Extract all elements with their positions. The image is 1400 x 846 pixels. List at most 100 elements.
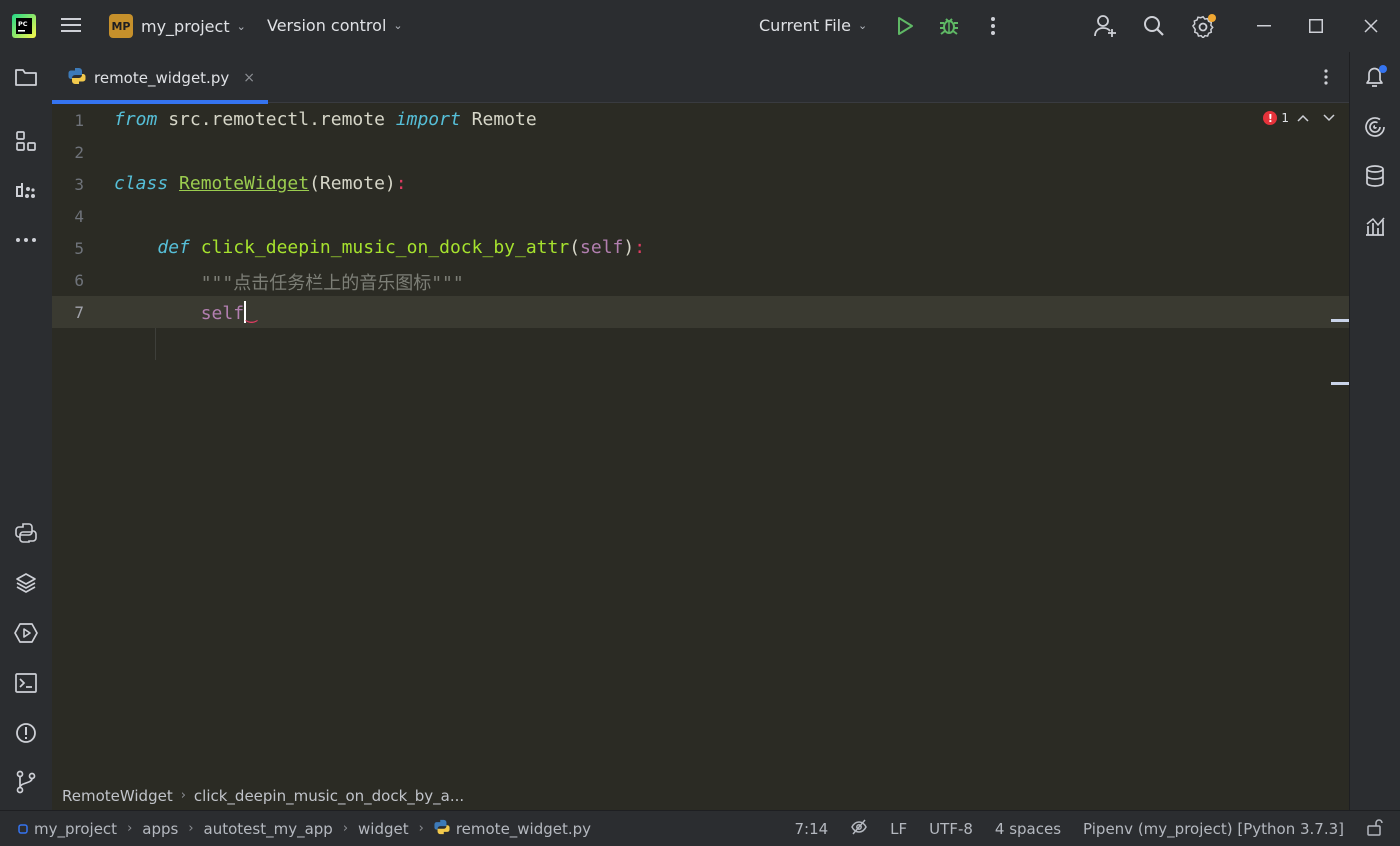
breadcrumb: RemoteWidget › click_deepin_music_on_doc… bbox=[52, 780, 1349, 810]
scrollbar-marker[interactable] bbox=[1331, 382, 1349, 385]
module-icon bbox=[18, 820, 28, 838]
inspection-widget[interactable]: ! 1 bbox=[1263, 111, 1335, 125]
code-line[interactable]: 5 def click_deepin_music_on_dock_by_attr… bbox=[52, 232, 1349, 264]
python-console-icon[interactable] bbox=[13, 520, 39, 546]
notifications-icon[interactable] bbox=[1362, 64, 1388, 90]
search-icon[interactable] bbox=[1143, 15, 1165, 37]
run-icon[interactable] bbox=[895, 16, 915, 36]
chevron-right-icon: › bbox=[180, 788, 186, 803]
run-config-label: Current File bbox=[759, 16, 851, 35]
code-line[interactable]: 6 """点击任务栏上的音乐图标""" bbox=[52, 264, 1349, 296]
layers-icon[interactable] bbox=[13, 570, 39, 596]
line-ending[interactable]: LF bbox=[890, 820, 907, 838]
pycharm-logo[interactable]: PC bbox=[12, 14, 36, 38]
structure-icon[interactable] bbox=[13, 128, 39, 154]
more-vertical-icon[interactable] bbox=[986, 16, 1000, 36]
paren-open: ( bbox=[569, 237, 581, 258]
terminal-icon[interactable] bbox=[13, 670, 39, 696]
function-name: click_deepin_music_on_dock_by_attr bbox=[200, 237, 570, 258]
code-text: """点击任务栏上的音乐图标""" bbox=[114, 269, 464, 295]
colon: : bbox=[395, 173, 407, 194]
keyword: def bbox=[157, 237, 190, 258]
code-text: class RemoteWidget(Remote): bbox=[114, 173, 407, 194]
self-param: self bbox=[580, 237, 624, 258]
caret-position[interactable]: 7:14 bbox=[794, 820, 828, 838]
python-file-icon bbox=[68, 67, 86, 89]
chevron-right-icon: › bbox=[342, 821, 349, 836]
error-indicator[interactable]: ! 1 bbox=[1263, 111, 1289, 125]
git-icon[interactable] bbox=[13, 769, 39, 795]
chevron-right-icon: › bbox=[418, 821, 424, 836]
database-icon[interactable] bbox=[1362, 163, 1388, 189]
problems-icon[interactable] bbox=[13, 720, 39, 746]
code-editor[interactable]: 1 from src.remotectl.remote import Remot… bbox=[52, 104, 1349, 780]
error-icon: ! bbox=[1263, 111, 1278, 125]
run-config-selector[interactable]: Current File ⌄ bbox=[759, 16, 867, 35]
services-icon[interactable] bbox=[13, 620, 39, 646]
folder-icon[interactable] bbox=[13, 64, 39, 90]
chevron-down-icon[interactable] bbox=[1323, 111, 1335, 125]
module-path: src.remotectl.remote bbox=[157, 109, 396, 130]
navigation-path: my_project › apps › autotest_my_app › wi… bbox=[0, 819, 591, 839]
code-line-current[interactable]: 7 self ‿ bbox=[52, 296, 1349, 328]
breadcrumb-class[interactable]: RemoteWidget bbox=[62, 787, 173, 805]
path-segment[interactable]: widget bbox=[358, 820, 409, 838]
self-identifier: self bbox=[200, 303, 245, 324]
chevron-right-icon: › bbox=[127, 821, 133, 836]
python-interpreter[interactable]: Pipenv (my_project) [Python 3.7.3] bbox=[1083, 820, 1344, 838]
add-user-icon[interactable] bbox=[1093, 14, 1117, 38]
chevron-up-icon[interactable] bbox=[1297, 111, 1309, 125]
chevron-down-icon: ⌄ bbox=[857, 19, 868, 32]
code-line[interactable]: 3 class RemoteWidget(Remote): bbox=[52, 168, 1349, 200]
line-number: 2 bbox=[74, 143, 84, 162]
path-segment[interactable]: autotest_my_app bbox=[204, 820, 333, 838]
error-squiggle: ‿ bbox=[246, 303, 257, 324]
plugins-icon[interactable] bbox=[13, 178, 39, 204]
tab-close-icon[interactable]: × bbox=[243, 70, 255, 86]
code-text: self ‿ bbox=[114, 301, 257, 324]
base-class: (Remote) bbox=[309, 173, 396, 194]
breadcrumb-method[interactable]: click_deepin_music_on_dock_by_a... bbox=[194, 787, 464, 805]
debug-icon[interactable] bbox=[938, 15, 960, 37]
scrollbar-marker[interactable] bbox=[1331, 319, 1349, 322]
version-control-label: Version control bbox=[267, 16, 387, 35]
sciview-icon[interactable] bbox=[1362, 213, 1388, 239]
code-line[interactable]: 1 from src.remotectl.remote import Remot… bbox=[52, 104, 1349, 136]
minimize-icon[interactable] bbox=[1257, 25, 1271, 27]
ai-assistant-icon[interactable] bbox=[1362, 114, 1388, 140]
path-segment[interactable]: my_project bbox=[34, 820, 117, 838]
line-number: 6 bbox=[74, 271, 84, 290]
path-segment[interactable]: apps bbox=[142, 820, 178, 838]
python-file-icon bbox=[434, 819, 450, 839]
code-line[interactable]: 2 bbox=[52, 136, 1349, 168]
line-number: 3 bbox=[74, 175, 84, 194]
code-line[interactable]: 4 bbox=[52, 200, 1349, 232]
lock-icon[interactable] bbox=[1366, 818, 1384, 840]
code-text: from src.remotectl.remote import Remote bbox=[114, 109, 537, 130]
editor-tab[interactable]: remote_widget.py × bbox=[52, 52, 268, 104]
no-readonly-icon[interactable] bbox=[850, 818, 868, 840]
hamburger-menu-icon[interactable] bbox=[60, 15, 82, 35]
maximize-icon[interactable] bbox=[1309, 19, 1323, 33]
project-selector[interactable]: MP my_project ⌄ bbox=[109, 14, 246, 38]
chevron-down-icon: ⌄ bbox=[236, 19, 246, 33]
file-encoding[interactable]: UTF-8 bbox=[929, 820, 973, 838]
chevron-right-icon: › bbox=[188, 821, 194, 836]
right-tool-stripe bbox=[1349, 52, 1400, 810]
close-icon[interactable] bbox=[1364, 19, 1378, 33]
more-vertical-icon[interactable] bbox=[1321, 68, 1331, 90]
indent-setting[interactable]: 4 spaces bbox=[995, 820, 1061, 838]
more-horizontal-icon[interactable] bbox=[13, 227, 39, 253]
keyword: class bbox=[114, 173, 169, 194]
version-control-menu[interactable]: Version control ⌄ bbox=[267, 16, 403, 35]
line-number: 5 bbox=[74, 239, 84, 258]
chevron-down-icon: ⌄ bbox=[393, 19, 403, 32]
line-number: 1 bbox=[74, 111, 84, 130]
path-segment[interactable]: remote_widget.py bbox=[456, 820, 591, 838]
left-tool-stripe bbox=[0, 52, 52, 810]
settings-icon[interactable] bbox=[1192, 14, 1218, 38]
